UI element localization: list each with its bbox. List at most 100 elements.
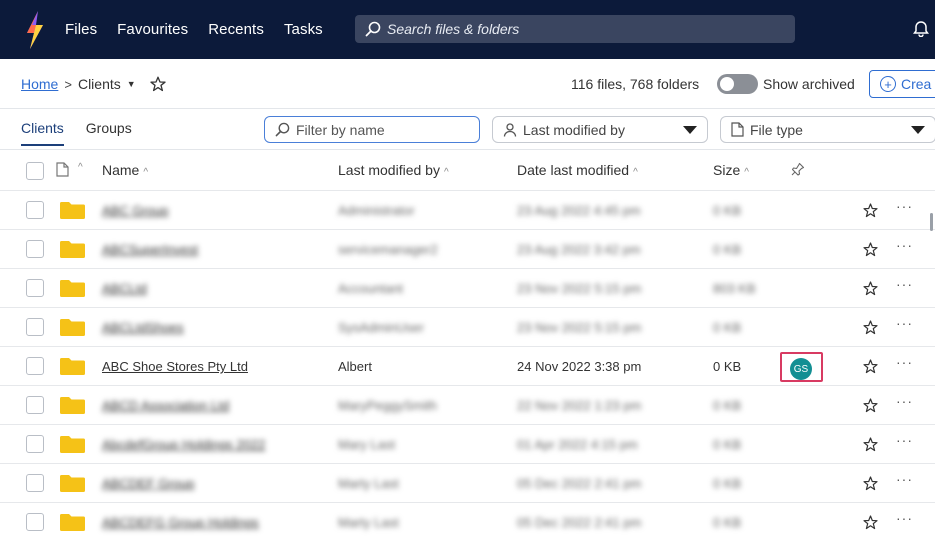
table-row[interactable]: ABCLtd Accountant 23 Nov 2022 5:15 pm 803 K…: [0, 268, 935, 307]
row-checkbox[interactable]: [26, 513, 44, 531]
favourite-star-icon[interactable]: [863, 515, 878, 530]
row-size: 0 KB: [713, 203, 742, 218]
nav-tasks[interactable]: Tasks: [284, 21, 323, 38]
filter-by-name-input[interactable]: Filter by name: [264, 116, 480, 143]
row-checkbox[interactable]: [26, 357, 44, 375]
file-icon: [731, 122, 744, 137]
column-last-modified-by[interactable]: Last modified by ^: [338, 162, 449, 178]
more-options-icon[interactable]: ···: [896, 354, 913, 370]
row-name[interactable]: ABCSuperInvest: [102, 242, 198, 257]
row-checkbox[interactable]: [26, 435, 44, 453]
scrollbar[interactable]: [930, 213, 933, 231]
select-all-checkbox[interactable]: [26, 162, 44, 180]
row-size: 0 KB: [713, 398, 742, 413]
row-checkbox[interactable]: [26, 318, 44, 336]
favourite-star-icon[interactable]: [150, 76, 166, 92]
row-date: 22 Nov 2022 1:23 pm: [517, 398, 642, 413]
more-options-icon[interactable]: ···: [896, 198, 913, 214]
favourite-star-icon[interactable]: [863, 320, 878, 335]
favourite-star-icon[interactable]: [863, 359, 878, 374]
more-options-icon[interactable]: ···: [896, 510, 913, 526]
owner-avatar[interactable]: GS: [790, 358, 812, 380]
row-checkbox[interactable]: [26, 396, 44, 414]
table-row[interactable]: ABCD Association Ltd MaryPeggySmith 22 Nov…: [0, 385, 935, 424]
file-type-dropdown[interactable]: File type: [720, 116, 935, 143]
more-options-icon[interactable]: ···: [896, 471, 913, 487]
table-row[interactable]: ABCLtdShoes SysAdminUser 23 Nov 2022 5:15 …: [0, 307, 935, 346]
row-checkbox[interactable]: [26, 201, 44, 219]
table-row[interactable]: ABC Shoe Stores Pty Ltd Albert 24 Nov 2022…: [0, 346, 935, 385]
row-name[interactable]: ABCLtdShoes: [102, 320, 184, 335]
row-name[interactable]: ABCLtd: [102, 281, 147, 296]
file-type-column-icon[interactable]: [56, 162, 69, 177]
breadcrumb-current[interactable]: Clients: [78, 76, 121, 92]
favourite-star-icon[interactable]: [863, 476, 878, 491]
nav-files[interactable]: Files: [65, 21, 97, 38]
row-checkbox[interactable]: [26, 474, 44, 492]
row-size: 0 KB: [713, 476, 742, 491]
column-size[interactable]: Size ^: [713, 162, 749, 178]
sort-caret-icon[interactable]: ^: [78, 162, 83, 173]
chevron-down-icon[interactable]: ▼: [127, 79, 136, 89]
pin-icon[interactable]: [791, 162, 805, 176]
favourite-star-icon[interactable]: [863, 437, 878, 452]
show-archived-toggle[interactable]: [717, 74, 758, 94]
more-options-icon[interactable]: ···: [896, 315, 913, 331]
row-size: 803 KB: [713, 281, 756, 296]
last-modified-by-dropdown[interactable]: Last modified by: [492, 116, 708, 143]
row-modified-by: Accountant: [338, 281, 404, 296]
table-row[interactable]: ABCSuperInvest servicemanager2 23 Aug 2022…: [0, 229, 935, 268]
row-date: 05 Dec 2022 2:41 pm: [517, 515, 642, 530]
create-button[interactable]: + Crea: [869, 70, 935, 98]
favourite-star-icon[interactable]: [863, 242, 878, 257]
favourite-star-icon[interactable]: [863, 281, 878, 296]
table-row[interactable]: ABC Group Administrator 23 Aug 2022 4:45 p…: [0, 190, 935, 229]
notifications-icon[interactable]: [913, 21, 929, 37]
table-row[interactable]: ABCDEFG Group Holdings Marty Last 05 Dec 2…: [0, 502, 935, 541]
search-input[interactable]: Search files & folders: [355, 15, 795, 43]
folder-icon: [60, 397, 85, 414]
table-row[interactable]: ABCDEF Group Marty Last 05 Dec 2022 2:41 p…: [0, 463, 935, 502]
app-logo-icon[interactable]: [24, 11, 46, 49]
row-name[interactable]: AbcdefGroup Holdings 2022: [102, 437, 265, 452]
row-modified-by: Marty Last: [338, 476, 399, 491]
folder-icon: [60, 358, 85, 375]
tab-clients[interactable]: Clients: [21, 120, 64, 146]
table-row[interactable]: AbcdefGroup Holdings 2022 Mary Last 01 Apr…: [0, 424, 935, 463]
row-size: 0 KB: [713, 359, 742, 374]
row-name[interactable]: ABC Shoe Stores Pty Ltd: [102, 359, 248, 374]
row-name[interactable]: ABCD Association Ltd: [102, 398, 229, 413]
column-name[interactable]: Name ^: [102, 162, 148, 178]
favourite-star-icon[interactable]: [863, 203, 878, 218]
row-name[interactable]: ABC Group: [102, 203, 168, 218]
breadcrumb-home[interactable]: Home: [21, 76, 58, 92]
column-date-last-modified[interactable]: Date last modified ^: [517, 162, 638, 178]
row-size: 0 KB: [713, 242, 742, 257]
folder-icon: [60, 436, 85, 453]
tabs: Clients Groups: [21, 120, 132, 146]
row-name[interactable]: ABCDEF Group: [102, 476, 194, 491]
favourite-star-icon[interactable]: [863, 398, 878, 413]
more-options-icon[interactable]: ···: [896, 432, 913, 448]
dropdown-arrow-icon: [683, 126, 697, 134]
more-options-icon[interactable]: ···: [896, 237, 913, 253]
item-counts: 116 files, 768 folders: [571, 76, 700, 92]
row-size: 0 KB: [713, 437, 742, 452]
row-date: 23 Nov 2022 5:15 pm: [517, 281, 642, 296]
row-checkbox[interactable]: [26, 279, 44, 297]
row-modified-by: Mary Last: [338, 437, 396, 452]
more-options-icon[interactable]: ···: [896, 276, 913, 292]
divider: [0, 108, 935, 109]
row-size: 0 KB: [713, 515, 742, 530]
row-date: 24 Nov 2022 3:38 pm: [517, 359, 642, 374]
tab-groups[interactable]: Groups: [86, 120, 132, 146]
nav-recents[interactable]: Recents: [208, 21, 264, 38]
nav-favourites[interactable]: Favourites: [117, 21, 188, 38]
column-size-label: Size: [713, 162, 741, 178]
more-options-icon[interactable]: ···: [896, 393, 913, 409]
folder-icon: [60, 280, 85, 297]
row-name[interactable]: ABCDEFG Group Holdings: [102, 515, 259, 530]
row-checkbox[interactable]: [26, 240, 44, 258]
table-header: ^ Name ^ Last modified by ^ Date last modi…: [0, 150, 935, 190]
search-icon: [365, 21, 381, 37]
